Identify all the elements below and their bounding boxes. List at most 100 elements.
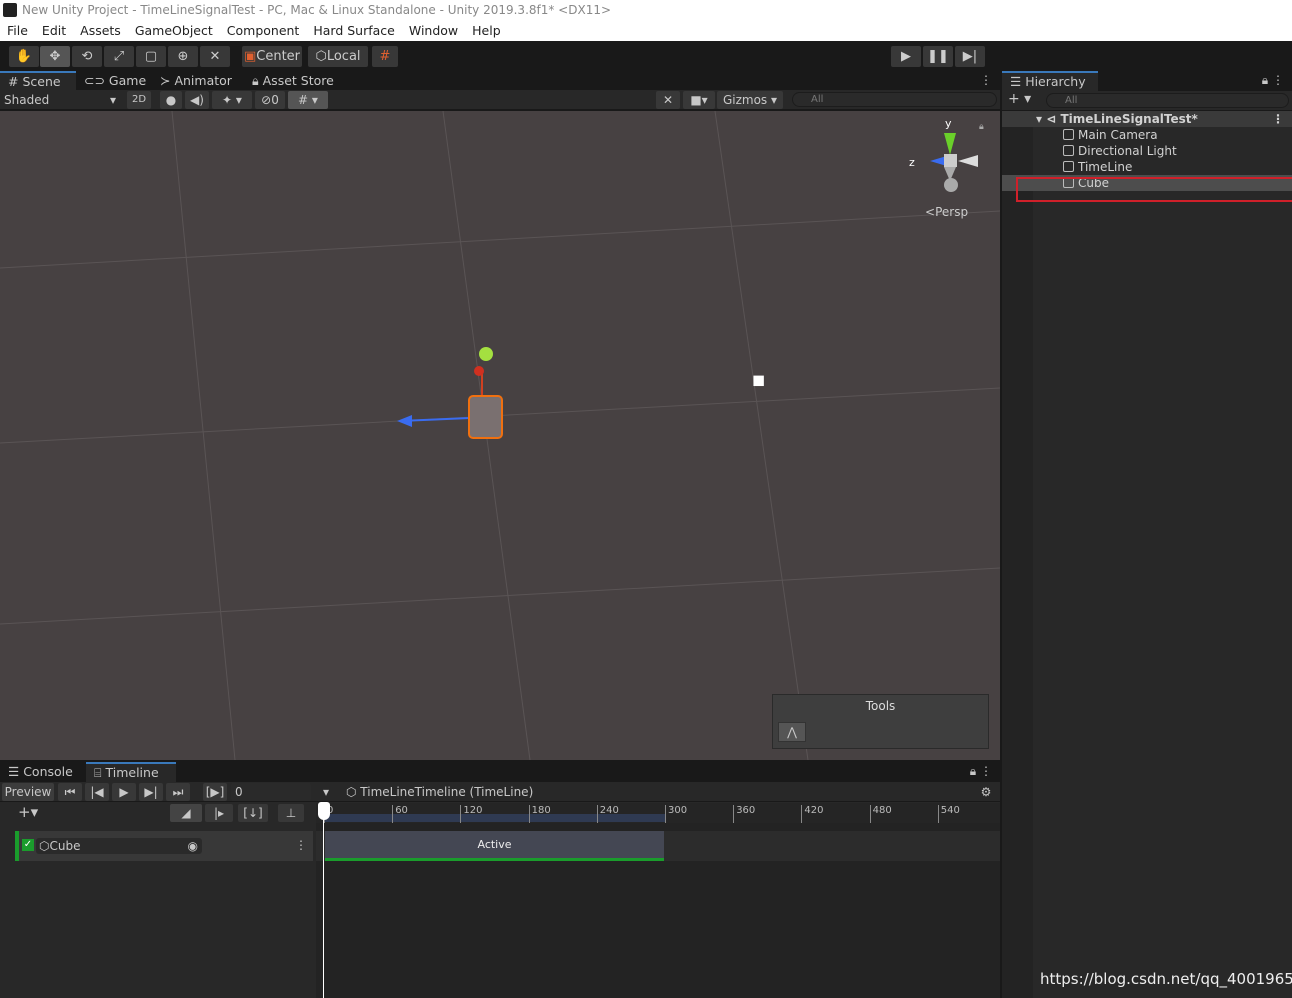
settings-gear-icon[interactable]: ⚙ <box>976 783 996 801</box>
hierarchy-toolbar: + ▾ All <box>1002 91 1292 111</box>
unity-logo-icon <box>3 3 17 17</box>
goto-end-icon[interactable]: ⏭ <box>166 783 190 801</box>
scene-search-input[interactable]: All <box>792 92 997 107</box>
ruler-tick: 120 <box>460 805 482 823</box>
edit-collider-icon[interactable]: ⋀ <box>778 722 806 742</box>
play-button[interactable]: ▶ <box>891 46 921 67</box>
menu-bar: File Edit Assets GameObject Component Ha… <box>0 20 1292 41</box>
hierarchy-item[interactable]: Main Camera <box>1002 127 1292 143</box>
scene-grid: ◼ <box>0 111 1000 760</box>
snap-icon[interactable]: # <box>372 46 398 67</box>
move-tool-icon[interactable]: ✥ <box>40 46 70 67</box>
track-list: ✓ ⬡Cube ◉ ⋮ <box>0 823 316 998</box>
audio-icon[interactable]: ◀) <box>185 91 209 109</box>
transform-tool-icon[interactable]: ⊕ <box>168 46 198 67</box>
play-range-icon[interactable]: [▶] <box>203 783 227 801</box>
hierarchy-search-input[interactable]: All <box>1046 93 1289 108</box>
gizmos-dropdown[interactable]: Gizmos ▾ <box>717 91 783 109</box>
tools-icon[interactable]: ✕ <box>656 91 680 109</box>
hierarchy-panel: ☰ Hierarchy 🔒︎ ⋮ + ▾ All ▾ ⊲ TimeLineSig… <box>1002 71 1292 998</box>
more-menu-icon[interactable]: ⋮ <box>980 73 992 87</box>
tab-game[interactable]: ⊂⊃ Game <box>76 71 152 91</box>
projection-toggle[interactable]: <Persp <box>925 205 968 219</box>
camera-gizmo-icon: ◼ <box>752 370 765 389</box>
tab-console[interactable]: ☰ Console <box>0 762 86 782</box>
play-icon[interactable]: ▶ <box>112 783 136 801</box>
ruler-tick: 360 <box>733 805 755 823</box>
preview-toggle[interactable]: Preview <box>2 783 54 801</box>
menu-assets[interactable]: Assets <box>80 20 121 41</box>
ruler-tick: 180 <box>528 805 551 823</box>
pivot-center-button[interactable]: ▣Center <box>242 46 302 67</box>
time-ruler[interactable]: 0 60 120 180 240 300 360 420 480 540 <box>316 803 1000 823</box>
watermark: https://blog.csdn.net/qq_40019651 <box>1040 970 1292 988</box>
custom-tool-icon[interactable]: ✕ <box>200 46 230 67</box>
add-track-button[interactable]: +▾ <box>18 803 38 821</box>
track-header-toolbar: +▾ ◢ |▸ [↓] ⊥ <box>0 803 316 823</box>
frame-input[interactable]: 0 <box>231 783 311 801</box>
effects-icon[interactable]: ✦ ▾ <box>212 91 252 109</box>
menu-help[interactable]: Help <box>472 20 501 41</box>
playhead-handle[interactable] <box>318 802 330 820</box>
menu-gameobject[interactable]: GameObject <box>135 20 213 41</box>
activation-clip[interactable]: Active <box>325 831 664 861</box>
ruler-tick: 420 <box>801 805 823 823</box>
rect-tool-icon[interactable]: ▢ <box>136 46 166 67</box>
track-menu-icon[interactable]: ⋮ <box>295 838 307 852</box>
orientation-gizmo <box>930 133 978 192</box>
hierarchy-lock-icon[interactable]: 🔒︎ ⋮ <box>1262 73 1284 88</box>
tab-animator[interactable]: ≻ Animator <box>152 71 244 91</box>
clip-edit-mode-icon[interactable]: ◢ <box>170 804 202 822</box>
hand-tool-icon[interactable]: ✋ <box>9 46 39 67</box>
tab-scene[interactable]: # Scene <box>0 71 76 91</box>
create-button[interactable]: + ▾ <box>1008 91 1031 107</box>
scale-tool-icon[interactable]: ⤢ <box>104 46 134 67</box>
lighting-icon[interactable]: ● <box>160 91 182 109</box>
menu-hard-surface[interactable]: Hard Surface <box>313 20 395 41</box>
menu-component[interactable]: Component <box>227 20 300 41</box>
menu-edit[interactable]: Edit <box>42 20 66 41</box>
tools-overlay: Tools ⋀ <box>772 694 989 749</box>
shading-dropdown[interactable]: Shaded ▾ <box>0 91 120 109</box>
hierarchy-item[interactable]: TimeLine <box>1002 159 1292 175</box>
playhead[interactable] <box>323 803 324 998</box>
menu-window[interactable]: Window <box>409 20 458 41</box>
pause-button[interactable]: ❚❚ <box>923 46 953 67</box>
ruler-tick: 240 <box>596 805 619 823</box>
gizmo-lock-icon[interactable]: 🔒︎ <box>979 122 984 132</box>
camera-icon[interactable]: ■▾ <box>683 91 715 109</box>
gizmo-y-label: y <box>945 117 952 130</box>
next-frame-icon[interactable]: ▶| <box>139 783 163 801</box>
gameobject-icon <box>1063 129 1074 140</box>
prev-frame-icon[interactable]: |◀ <box>85 783 109 801</box>
hierarchy-item[interactable]: Directional Light <box>1002 143 1292 159</box>
grid-toggle[interactable]: # ▾ <box>288 91 328 109</box>
gameobject-icon <box>1063 145 1074 156</box>
ruler-tick: 300 <box>665 805 687 823</box>
ripple-mode-icon[interactable]: |▸ <box>205 804 233 822</box>
snap-pin-icon[interactable]: ⊥ <box>278 804 304 822</box>
timeline-asset-breadcrumb[interactable]: ⬡ TimeLineTimeline (TimeLine) <box>346 783 546 801</box>
track-binding-field[interactable]: ⬡Cube ◉ <box>36 838 202 854</box>
step-button[interactable]: ▶| <box>955 46 985 67</box>
menu-file[interactable]: File <box>7 20 28 41</box>
track-cube[interactable]: ✓ ⬡Cube ◉ ⋮ <box>15 831 313 861</box>
tab-timeline[interactable]: ⌸ Timeline <box>86 762 176 782</box>
highlight-box <box>1016 177 1292 202</box>
2d-toggle[interactable]: 2D <box>127 91 151 109</box>
tab-asset-store[interactable]: 🔒︎ Asset Store <box>244 71 342 91</box>
hidden-objects-toggle[interactable]: ⊘0 <box>255 91 285 109</box>
goto-start-icon[interactable]: ⏮ <box>58 783 82 801</box>
scene-view[interactable]: ◼ y z 🔒︎ <Persp Tools ⋀ <box>0 111 1000 760</box>
gizmo-z-label: z <box>909 156 915 169</box>
hierarchy-scene-row[interactable]: ▾ ⊲ TimeLineSignalTest* ⋮ <box>1002 111 1292 127</box>
scene-tabs: # Scene ⊂⊃ Game ≻ Animator 🔒︎ Asset Stor… <box>0 71 1000 91</box>
tab-hierarchy[interactable]: ☰ Hierarchy <box>1002 71 1098 91</box>
window-title: New Unity Project - TimeLineSignalTest -… <box>22 3 612 17</box>
rotate-tool-icon[interactable]: ⟲ <box>72 46 102 67</box>
pivot-local-button[interactable]: ⬡Local <box>308 46 368 67</box>
timeline-lock-icon[interactable]: 🔒︎ ⋮ <box>970 764 992 779</box>
timeline-dropdown-icon[interactable]: ▾ <box>318 783 334 801</box>
track-active-checkbox[interactable]: ✓ <box>22 839 34 851</box>
replace-mode-icon[interactable]: [↓] <box>238 804 268 822</box>
